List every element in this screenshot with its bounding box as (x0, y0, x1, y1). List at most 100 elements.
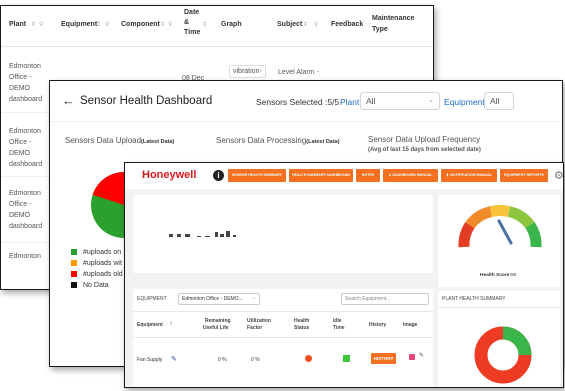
plant-health-summary-title: PLANT HEALTH SUMMARY (442, 296, 506, 302)
idle-time-indicator (343, 355, 350, 362)
nav-label: NOTES (361, 173, 375, 177)
nav-health-summary-dashboard[interactable]: HEALTH SUMMARY DASHBOARD (289, 169, 353, 182)
cell-equipment[interactable]: Fan Supply (137, 357, 162, 363)
legend-item: No Data (71, 282, 109, 289)
col-idle[interactable]: Idle (333, 318, 342, 325)
col-date-amp: & (184, 19, 190, 26)
frequency-title: Sensor Data Upload Frequency (368, 135, 481, 144)
nav-notes[interactable]: NOTES (356, 169, 380, 182)
cell-plant: Edmonton (9, 128, 41, 135)
col-equipment[interactable]: Equipment (61, 20, 97, 29)
equipment-select-value: Edmonton Office - DEMO... (182, 296, 243, 302)
cell-plant: dashboard (9, 223, 43, 230)
processing-title-suffix: (Latest Data) (306, 139, 340, 145)
graph-label: vibration- (233, 68, 262, 75)
plant-select[interactable]: All ⌄ (360, 92, 440, 110)
col-utilization[interactable]: Utilization (247, 318, 271, 325)
col-rul[interactable]: Remaining (205, 318, 231, 325)
nav-notification-manual[interactable]: ⬇ NOTIFICATION MANUAL (441, 169, 497, 182)
upload-title: Sensors Data Upload(Latest Data) (65, 136, 174, 145)
col-subject[interactable]: Subject (277, 20, 302, 29)
gauge-needle (497, 219, 513, 245)
honeywell-window: Honeywell i SENSOR HEALTH SUMMARY HEALTH… (124, 162, 564, 388)
plant-select-value: All (366, 96, 376, 106)
legend-label: #uploads wit (83, 260, 122, 267)
sort-icon[interactable]: ⇕ (96, 21, 101, 28)
history-button-label: HISTORY (373, 356, 394, 361)
sort-icon[interactable]: ⇕ (303, 21, 308, 28)
legend-swatch (71, 260, 77, 266)
back-arrow-icon[interactable]: ← (62, 93, 75, 108)
cell-plant: dashboard (9, 96, 43, 103)
processing-title-text: Sensors Data Processing (216, 136, 307, 145)
sort-icon[interactable]: ⇕ (31, 21, 36, 28)
filter-icon[interactable]: ⚲ (168, 21, 172, 28)
equipment-select[interactable]: All (484, 92, 514, 110)
cell-plant: Edmonton (9, 63, 41, 70)
equipment-plant-select[interactable]: Edmonton Office - DEMO... ⌄ (178, 293, 260, 305)
gauge-lightgreen (507, 206, 535, 229)
col-equipment[interactable]: Equipment (137, 322, 163, 329)
bar-chart (169, 225, 269, 237)
image-icon[interactable] (409, 354, 415, 360)
cell-plant: dashboard (9, 161, 43, 168)
bar (233, 235, 236, 237)
cell-plant: Office - (9, 139, 32, 146)
col-date[interactable]: Date (184, 8, 199, 17)
cell-utilization: 0 % (251, 357, 260, 363)
gauge-orange (465, 206, 493, 229)
edit-image-icon[interactable]: ✎ (419, 352, 424, 359)
divider (133, 337, 433, 338)
gear-icon[interactable]: ⚙ (554, 169, 563, 182)
gauge-yellow (489, 204, 511, 217)
bar (169, 234, 173, 237)
search-equipment-input[interactable]: Search Equipment... (341, 293, 429, 305)
nav-equipment-reports[interactable]: EQUIPMENT REPORTS (500, 169, 548, 182)
edit-icon[interactable]: ✎ (171, 355, 177, 363)
sort-icon[interactable]: ⇕ (160, 21, 165, 28)
filter-icon[interactable]: ⚲ (314, 21, 318, 28)
bar (220, 234, 224, 237)
info-icon[interactable]: i (213, 170, 224, 181)
nav-sensor-health-summary[interactable]: SENSOR HEALTH SUMMARY (228, 169, 286, 182)
cell-plant: DEMO (9, 150, 30, 157)
legend-item: #uploads on (71, 249, 121, 256)
bar (205, 236, 210, 237)
nav-label: EQUIPMENT REPORTS (504, 173, 544, 177)
bar (226, 231, 230, 237)
bar (177, 234, 181, 237)
plant-health-donut (474, 326, 532, 384)
top-nav: Honeywell i SENSOR HEALTH SUMMARY HEALTH… (125, 163, 563, 189)
col-plant[interactable]: Plant (9, 20, 26, 29)
plant-health-summary-panel: PLANT HEALTH SUMMARY (438, 291, 560, 387)
health-score-panel: Health Score:50 (438, 195, 560, 287)
nav-dashboard-manual[interactable]: ⬇ DASHBOARD MANUAL (383, 169, 438, 182)
col-graph: Graph (221, 21, 242, 28)
page-title: Sensor Health Dashboard (80, 95, 213, 107)
bar (215, 232, 218, 237)
graph-button[interactable]: vibration- (229, 65, 266, 78)
filter-icon[interactable]: ⚲ (39, 21, 43, 28)
honeywell-logo: Honeywell (142, 169, 197, 181)
legend-item: #uploads old (71, 271, 123, 278)
upload-title-text: Sensors Data Upload (65, 136, 142, 145)
gauge-green (525, 221, 542, 248)
sensors-selected: Sensors Selected :5/5 (256, 97, 340, 107)
legend-label: #uploads on (83, 249, 122, 256)
gauge-red (458, 221, 475, 248)
history-button[interactable]: HISTORY (371, 353, 396, 364)
col-health[interactable]: Health (294, 318, 309, 325)
cell-rul: 0 % (218, 357, 227, 363)
chevron-down-icon: ⌄ (251, 295, 256, 301)
sort-icon[interactable]: ⇕ (202, 21, 207, 28)
col-image: Image (403, 322, 418, 328)
filter-icon[interactable]: ⚲ (105, 21, 109, 28)
equipment-label: EQUIPMENT (137, 296, 167, 302)
sort-icon[interactable]: ⇕ (169, 321, 173, 327)
col-component[interactable]: Component (121, 20, 160, 29)
health-score: Health Score:50 (480, 273, 516, 278)
legend-label: #uploads old (83, 271, 123, 278)
col-time: Time (184, 29, 201, 36)
health-score-value: 50 (510, 273, 517, 278)
bar (197, 236, 201, 237)
